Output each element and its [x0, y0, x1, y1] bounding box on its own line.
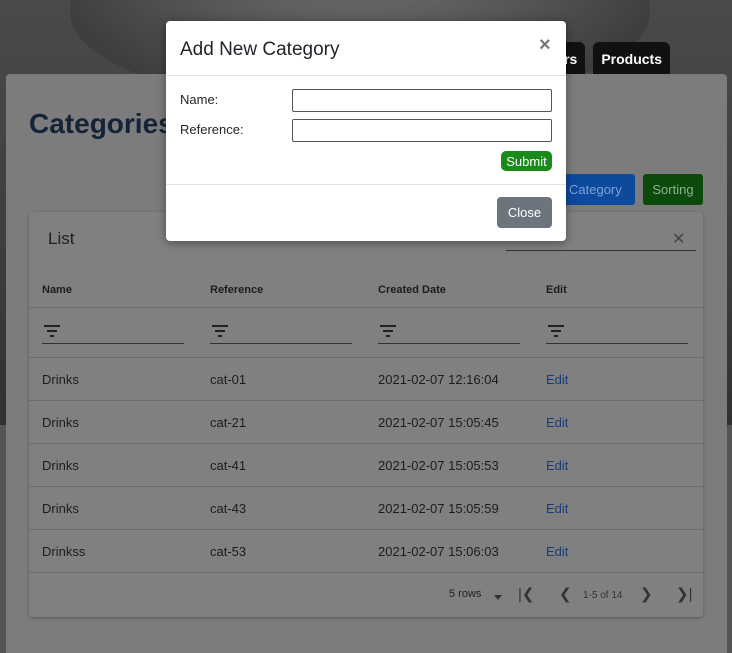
add-category-modal: Add New Category × Name: Reference: Subm…: [166, 21, 566, 241]
close-button[interactable]: Close: [497, 197, 552, 228]
modal-title: Add New Category: [180, 39, 340, 60]
name-label: Name:: [180, 92, 219, 107]
modal-footer: Close: [166, 184, 566, 241]
modal-header: Add New Category ×: [166, 21, 566, 76]
name-field[interactable]: [292, 89, 552, 112]
submit-button[interactable]: Submit: [501, 151, 552, 171]
reference-label: Reference:: [180, 122, 244, 137]
reference-field[interactable]: [292, 119, 552, 142]
close-icon[interactable]: ×: [539, 34, 551, 57]
